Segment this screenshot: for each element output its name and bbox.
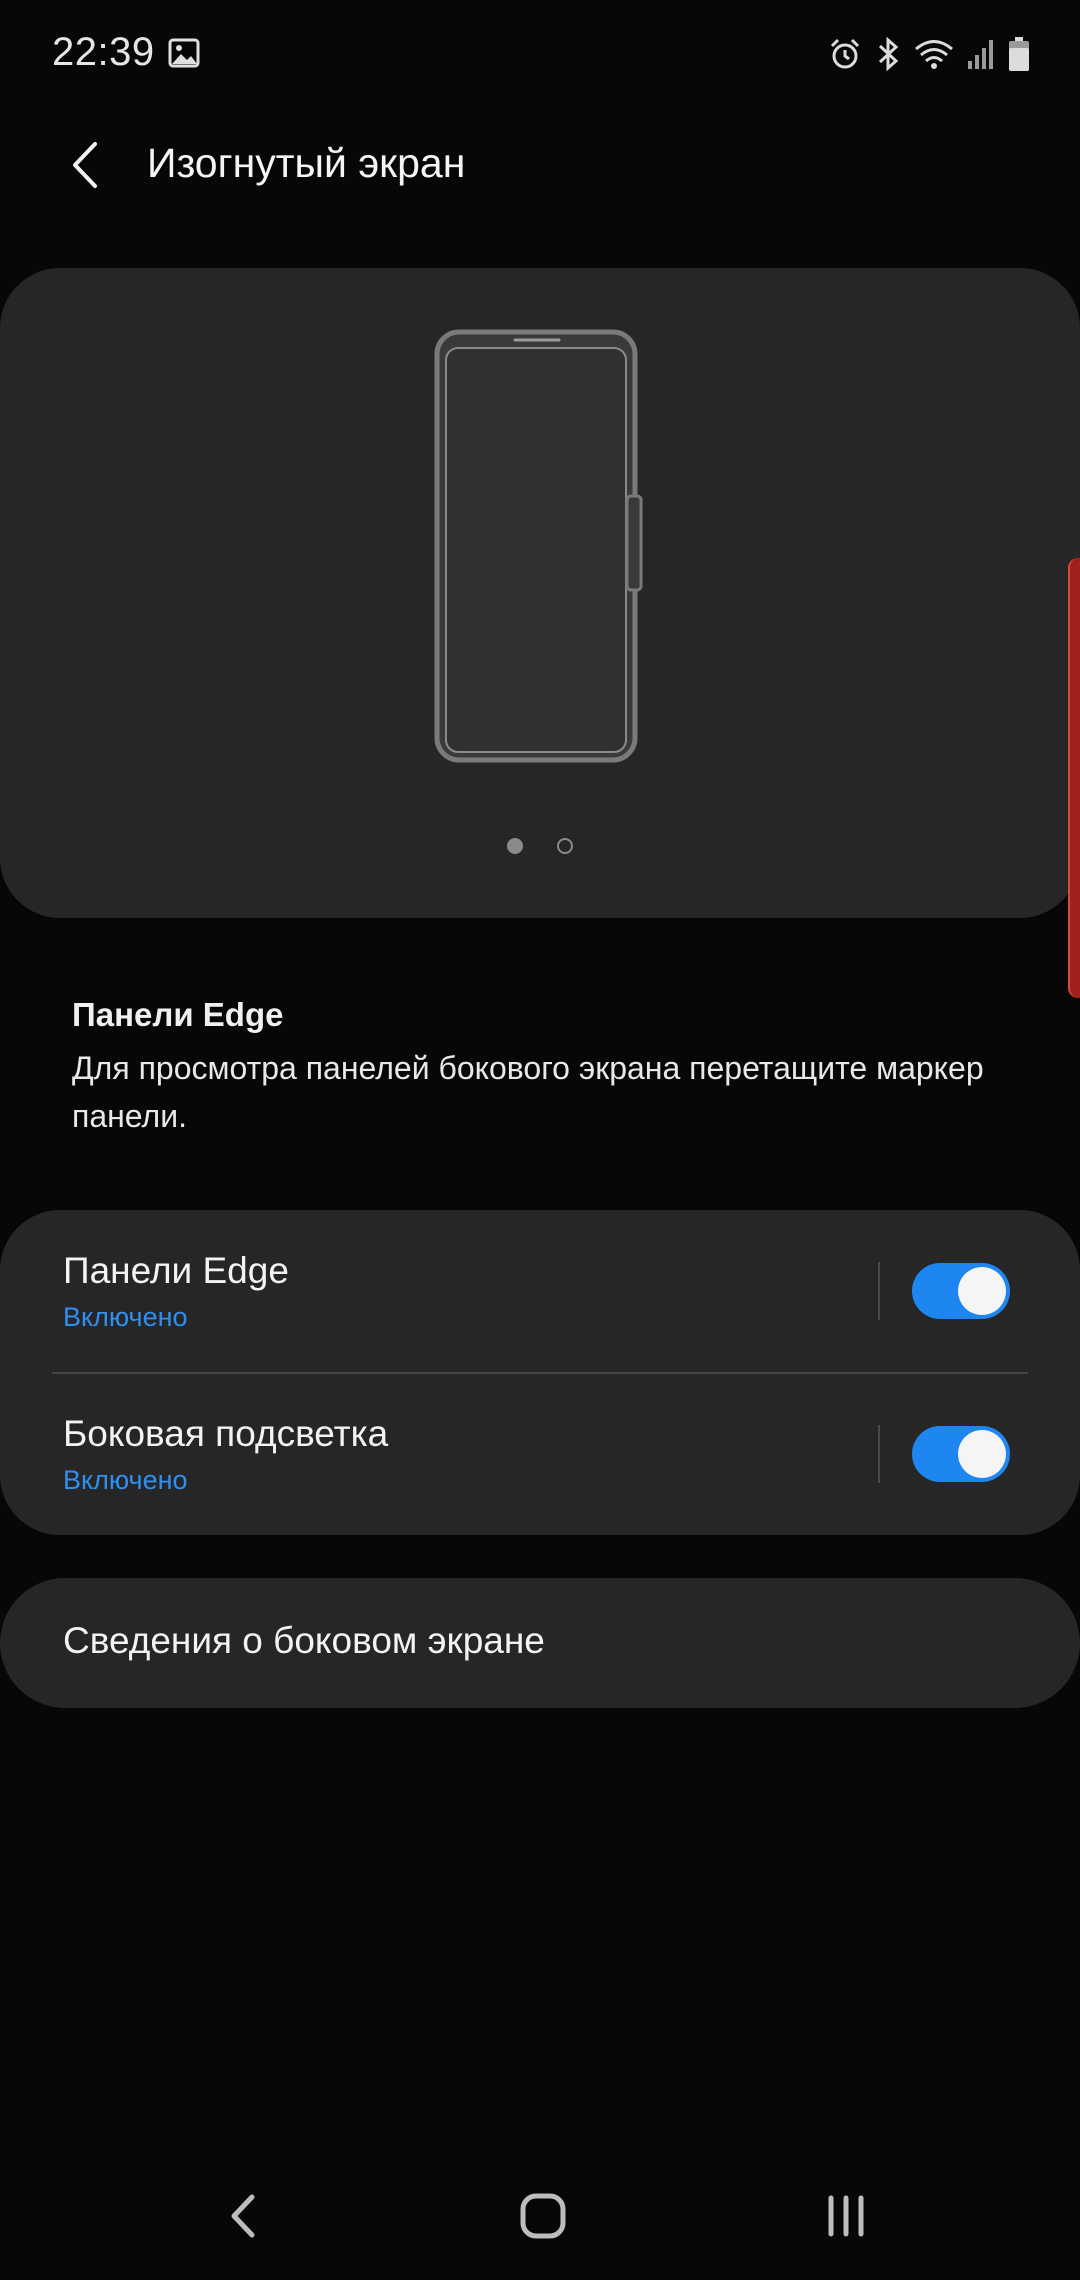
nav-home-button[interactable] (503, 2176, 583, 2256)
description-text: Для просмотра панелей бокового экрана пе… (72, 1050, 984, 1134)
status-bar: 22:39 (0, 0, 1080, 110)
pager-dot-active[interactable] (507, 838, 523, 854)
gallery-icon (168, 38, 200, 68)
battery-icon (1009, 37, 1029, 71)
setting-title: Боковая подсветка (63, 1413, 389, 1454)
edge-lighting-toggle[interactable] (912, 1426, 1010, 1482)
chevron-left-icon (73, 142, 97, 188)
back-icon (231, 2194, 255, 2238)
toggle-knob (958, 1430, 1006, 1478)
app-header: Изогнутый экран (0, 110, 1080, 220)
recent-apps-icon (828, 2195, 864, 2237)
status-time: 22:39 (52, 30, 155, 74)
navigation-bar (0, 2150, 1080, 2280)
row-divider-vertical (878, 1262, 880, 1320)
settings-card: Панели Edge Включено Боковая подсветка В… (0, 1210, 1080, 1535)
description-title: Панели Edge (72, 996, 284, 1033)
page-title: Изогнутый экран (147, 140, 466, 186)
status-icons (828, 34, 1030, 74)
back-button[interactable] (50, 130, 120, 200)
setting-row-edge-lighting[interactable]: Боковая подсветка Включено (0, 1373, 1080, 1535)
setting-status: Включено (63, 1302, 188, 1332)
setting-title: Панели Edge (63, 1250, 289, 1291)
edge-panels-toggle[interactable] (912, 1263, 1010, 1319)
about-label: Сведения о боковом экране (63, 1620, 545, 1661)
nav-recent-apps-button[interactable] (806, 2176, 886, 2256)
edge-panel-handle[interactable] (1068, 558, 1080, 998)
setting-status: Включено (63, 1465, 188, 1495)
nav-back-button[interactable] (202, 2176, 282, 2256)
pager-dot[interactable] (557, 838, 573, 854)
pager[interactable] (0, 838, 1080, 854)
wifi-icon (915, 40, 953, 69)
phone-illustration (434, 329, 643, 763)
setting-row-edge-panels[interactable]: Панели Edge Включено (0, 1210, 1080, 1372)
toggle-knob (958, 1267, 1006, 1315)
home-icon (520, 2193, 566, 2239)
about-edge-screen-item[interactable]: Сведения о боковом экране (0, 1578, 1080, 1708)
bluetooth-icon (878, 37, 899, 71)
preview-card[interactable] (0, 268, 1080, 918)
row-divider-vertical (878, 1425, 880, 1483)
alarm-icon (830, 38, 860, 69)
signal-icon (968, 40, 993, 69)
